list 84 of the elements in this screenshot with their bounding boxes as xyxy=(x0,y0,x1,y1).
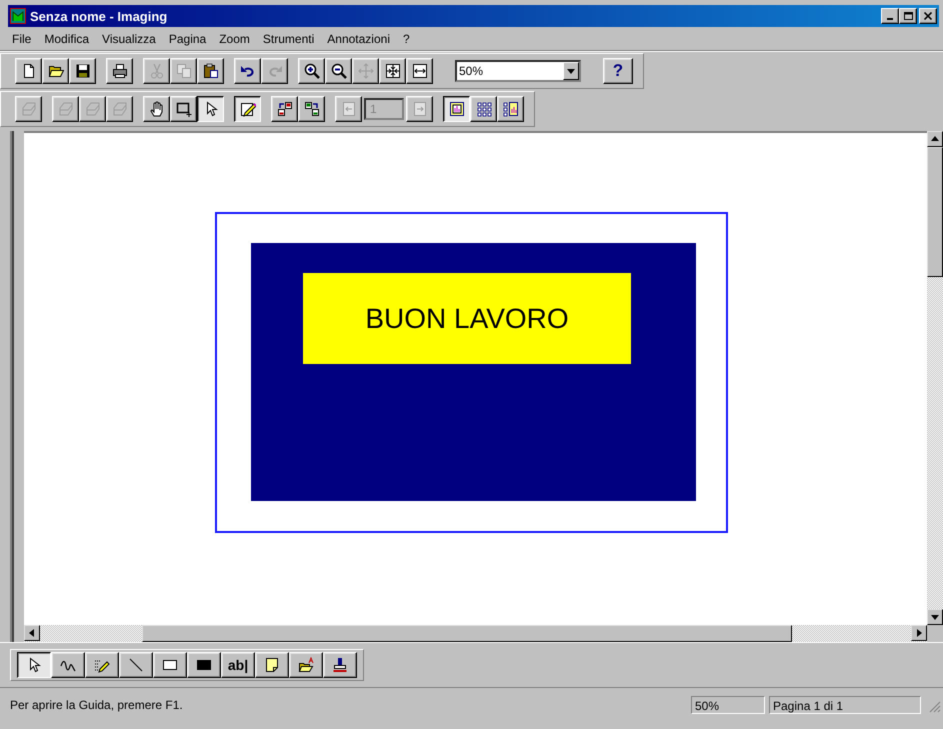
select-area-button[interactable] xyxy=(170,96,197,122)
text-tool-button[interactable]: ab| xyxy=(221,652,255,678)
open-button[interactable] xyxy=(42,58,69,84)
highlighter-tool-button[interactable] xyxy=(85,652,119,678)
paste-button[interactable] xyxy=(197,58,224,84)
close-button[interactable] xyxy=(919,8,937,24)
pointer-tool-button[interactable] xyxy=(197,96,224,122)
menu-item[interactable]: ? xyxy=(402,32,410,46)
text-from-file-tool-button[interactable] xyxy=(289,652,323,678)
status-message: Per aprire la Guida, premere F1. xyxy=(10,698,184,712)
zoom-in-icon xyxy=(304,63,320,79)
stamp-tool-button[interactable] xyxy=(323,652,357,678)
thumbnail-view-button[interactable] xyxy=(470,96,497,122)
zoom-out-button[interactable] xyxy=(325,58,352,84)
scanner-icon xyxy=(58,101,74,117)
new-button[interactable] xyxy=(15,58,42,84)
thumbnails-icon xyxy=(476,101,492,117)
rotate-right-icon xyxy=(304,101,320,117)
close-icon xyxy=(924,12,932,20)
fit-width-button[interactable] xyxy=(406,58,433,84)
filled-rectangle-tool-button[interactable] xyxy=(187,652,221,678)
scissors-icon xyxy=(148,63,164,79)
undo-icon xyxy=(240,63,256,79)
note-tool-button[interactable] xyxy=(255,652,289,678)
zoom-dropdown[interactable]: 50% xyxy=(455,60,581,82)
help-button[interactable]: ? xyxy=(603,58,633,84)
sticky-note-icon xyxy=(264,657,280,673)
menu-item[interactable]: Zoom xyxy=(219,32,250,46)
printer-icon xyxy=(112,63,128,79)
rotate-right-button[interactable] xyxy=(298,96,325,122)
scanner-icon xyxy=(112,101,128,117)
hollow-rectangle-tool-button[interactable] xyxy=(153,652,187,678)
page-thumbnails-icon xyxy=(502,101,518,117)
fit-page-icon xyxy=(384,63,400,79)
menu-item[interactable]: File xyxy=(12,32,32,46)
filled-rectangle-icon xyxy=(196,657,212,673)
zoom-level: 50% xyxy=(691,696,765,714)
scanner-icon xyxy=(20,101,36,117)
page-indicator: Pagina 1 di 1 xyxy=(769,696,921,714)
menu-item[interactable]: Pagina xyxy=(168,32,206,46)
rotate-left-button[interactable] xyxy=(271,96,298,122)
fit-width-icon xyxy=(412,63,428,79)
menu-item[interactable]: Visualizza xyxy=(102,32,156,46)
save-button[interactable] xyxy=(69,58,96,84)
folder-icon xyxy=(298,657,314,673)
one-page-view-button[interactable] xyxy=(443,96,470,122)
minimize-icon xyxy=(887,18,893,20)
arrows-icon xyxy=(358,63,374,79)
zoom-out-icon xyxy=(330,63,346,79)
zoom-in-button[interactable] xyxy=(298,58,325,84)
annotation-toolbar-button[interactable] xyxy=(234,96,261,122)
clipboard-icon xyxy=(202,63,218,79)
vertical-scrollbar[interactable] xyxy=(927,131,943,625)
pencil-icon xyxy=(240,101,256,117)
banner-text: BUON LAVORO xyxy=(303,273,631,364)
pointer-tool-button[interactable] xyxy=(17,652,51,678)
previous-page-icon xyxy=(340,101,356,117)
minimize-button[interactable] xyxy=(881,8,899,24)
fit-page-button[interactable] xyxy=(379,58,406,84)
hand-icon xyxy=(148,101,164,117)
rectangle-icon xyxy=(162,657,178,673)
undo-button[interactable] xyxy=(234,58,261,84)
next-page-icon xyxy=(412,101,428,117)
hand-tool-button[interactable] xyxy=(143,96,170,122)
menu-item[interactable]: Annotazioni xyxy=(327,32,390,46)
maximize-icon xyxy=(904,12,912,20)
page-and-thumbnails-view-button[interactable] xyxy=(497,96,524,122)
maximize-button[interactable] xyxy=(899,8,917,24)
print-button[interactable] xyxy=(106,58,133,84)
horizontal-scrollbar[interactable] xyxy=(24,625,927,642)
window-title: Senza nome - Imaging xyxy=(30,8,168,24)
app-icon xyxy=(10,8,26,24)
page-icon xyxy=(448,101,464,117)
rotate-left-icon xyxy=(276,101,292,117)
line-tool-button[interactable] xyxy=(119,652,153,678)
copy-icon xyxy=(176,63,192,79)
menu-item[interactable]: Strumenti xyxy=(262,32,314,46)
menu-item[interactable]: Modifica xyxy=(44,32,90,46)
line-icon xyxy=(128,657,144,673)
rectangle-icon xyxy=(176,101,192,117)
freehand-tool-button[interactable] xyxy=(51,652,85,678)
scanner-icon xyxy=(84,101,100,117)
stamp-icon xyxy=(332,657,348,673)
folder-icon xyxy=(48,63,64,79)
